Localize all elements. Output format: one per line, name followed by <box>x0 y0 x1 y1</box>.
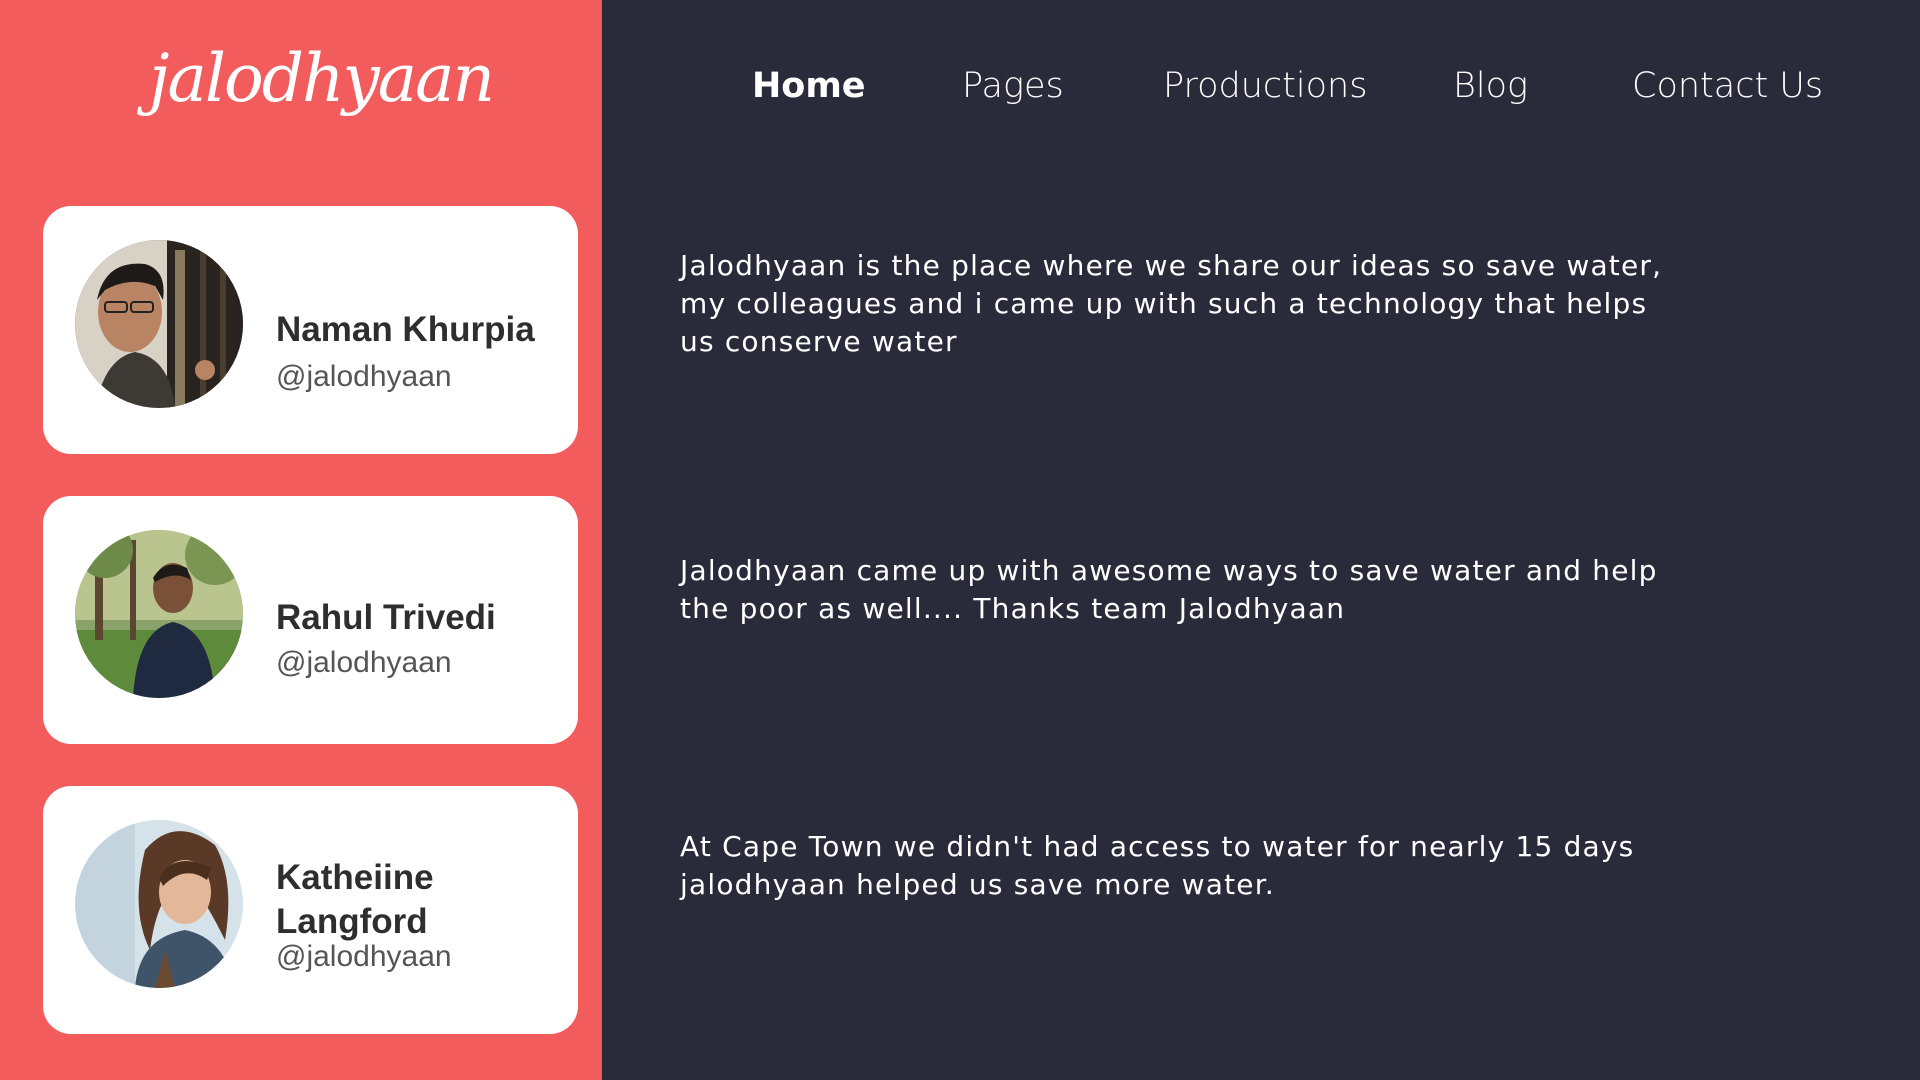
avatar <box>75 820 243 988</box>
nav-blog[interactable]: Blog <box>1453 66 1528 116</box>
brand-logo[interactable]: jalodhyaan <box>0 40 642 117</box>
nav-contact-us[interactable]: Contact Us <box>1632 66 1823 116</box>
author-name: Katheiine Langford <box>276 858 434 941</box>
author-name: Naman Khurpia <box>276 310 535 349</box>
avatar <box>75 240 243 408</box>
testimonial-quote: Jalodhyaan is the place where we share o… <box>680 249 1663 358</box>
author-handle[interactable]: @jalodhyaan <box>276 360 452 394</box>
testimonial-card: Katheiine Langford @jalodhyaan <box>43 786 578 1034</box>
left-panel: jalodhyaan Naman Khurpia @jalodhyaan Rah… <box>0 0 602 1080</box>
nav-home[interactable]: Home <box>752 66 866 116</box>
testimonial-quote: Jalodhyaan came up with awesome ways to … <box>680 554 1658 625</box>
testimonial-quote: At Cape Town we didn't had access to wat… <box>680 830 1635 901</box>
author-handle[interactable]: @jalodhyaan <box>276 646 452 680</box>
nav-pages[interactable]: Pages <box>962 66 1064 116</box>
testimonial-card: Rahul Trivedi @jalodhyaan <box>43 496 578 744</box>
author-handle[interactable]: @jalodhyaan <box>276 940 452 974</box>
testimonial-card: Naman Khurpia @jalodhyaan <box>43 206 578 454</box>
avatar <box>75 530 243 698</box>
author-name: Rahul Trivedi <box>276 598 496 637</box>
nav-productions[interactable]: Productions <box>1163 66 1367 116</box>
